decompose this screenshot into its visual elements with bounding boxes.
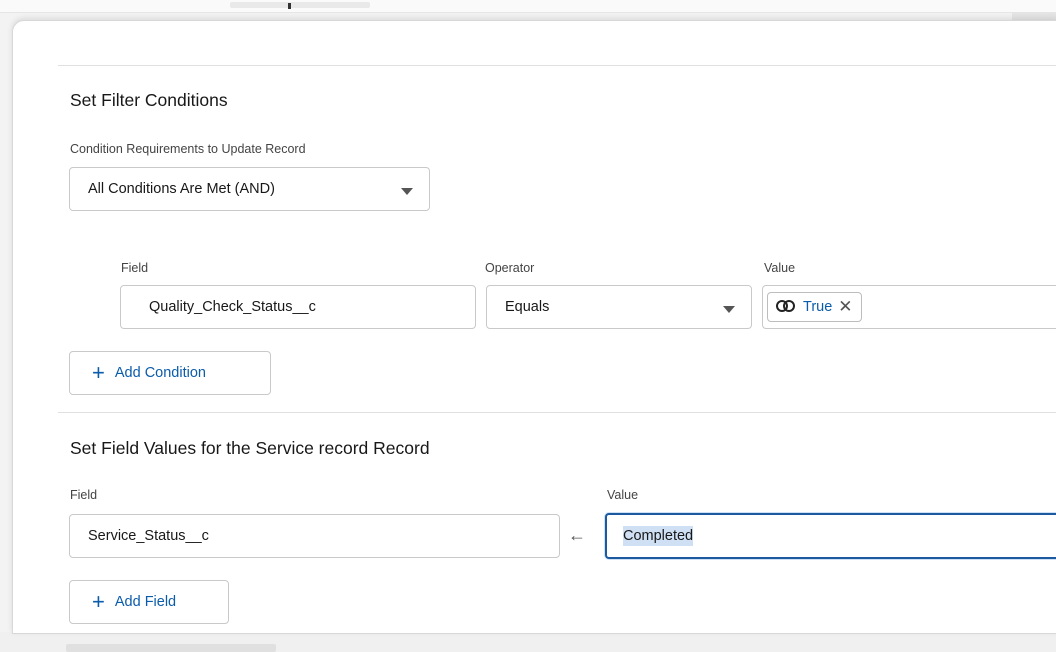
set-field-label: Field bbox=[70, 488, 98, 502]
chevron-down-icon bbox=[723, 306, 735, 313]
requirement-select[interactable]: All Conditions Are Met (AND) bbox=[69, 167, 430, 211]
requirement-label: Condition Requirements to Update Record bbox=[70, 142, 306, 156]
plus-icon: + bbox=[92, 589, 105, 614]
boolean-toggle-icon bbox=[776, 300, 798, 314]
add-field-label: Add Field bbox=[114, 594, 177, 610]
close-icon[interactable]: ✕ bbox=[838, 297, 852, 317]
operator-select[interactable]: Equals bbox=[486, 285, 752, 329]
obscured-next-heading bbox=[66, 644, 276, 652]
condition-field-text: Quality_Check_Status__c bbox=[149, 299, 316, 315]
set-value-text: Completed bbox=[623, 526, 694, 546]
add-field-button[interactable]: + Add Field bbox=[69, 580, 229, 624]
operator-select-value: Equals bbox=[505, 299, 550, 315]
section-divider bbox=[58, 412, 1056, 413]
top-strip bbox=[0, 0, 1056, 13]
condition-operator-label: Operator bbox=[485, 261, 535, 275]
add-condition-button[interactable]: + Add Condition bbox=[69, 351, 271, 395]
condition-field-input[interactable]: Quality_Check_Status__c bbox=[120, 285, 476, 329]
arrow-left-icon: ← bbox=[568, 525, 586, 545]
value-pill[interactable]: True ✕ bbox=[767, 292, 862, 322]
top-divider bbox=[58, 65, 1056, 66]
requirement-select-value: All Conditions Are Met (AND) bbox=[88, 181, 275, 197]
obscured-mark bbox=[288, 3, 291, 9]
set-field-input[interactable]: Service_Status__c bbox=[69, 514, 560, 558]
bottom-band bbox=[0, 632, 1056, 652]
condition-value-label: Value bbox=[764, 261, 796, 275]
chevron-down-icon bbox=[401, 188, 413, 195]
filter-heading: Set Filter Conditions bbox=[70, 90, 228, 110]
value-pill-label: True bbox=[803, 299, 833, 315]
obscured-text bbox=[230, 2, 370, 8]
plus-icon: + bbox=[92, 360, 105, 385]
set-value-input[interactable]: Completed bbox=[605, 513, 1056, 559]
set-field-text: Service_Status__c bbox=[88, 528, 209, 544]
set-value-label: Value bbox=[607, 488, 639, 502]
add-condition-label: Add Condition bbox=[114, 365, 206, 381]
condition-field-label: Field bbox=[121, 261, 149, 275]
set-values-heading: Set Field Values for the Service record … bbox=[70, 438, 430, 458]
